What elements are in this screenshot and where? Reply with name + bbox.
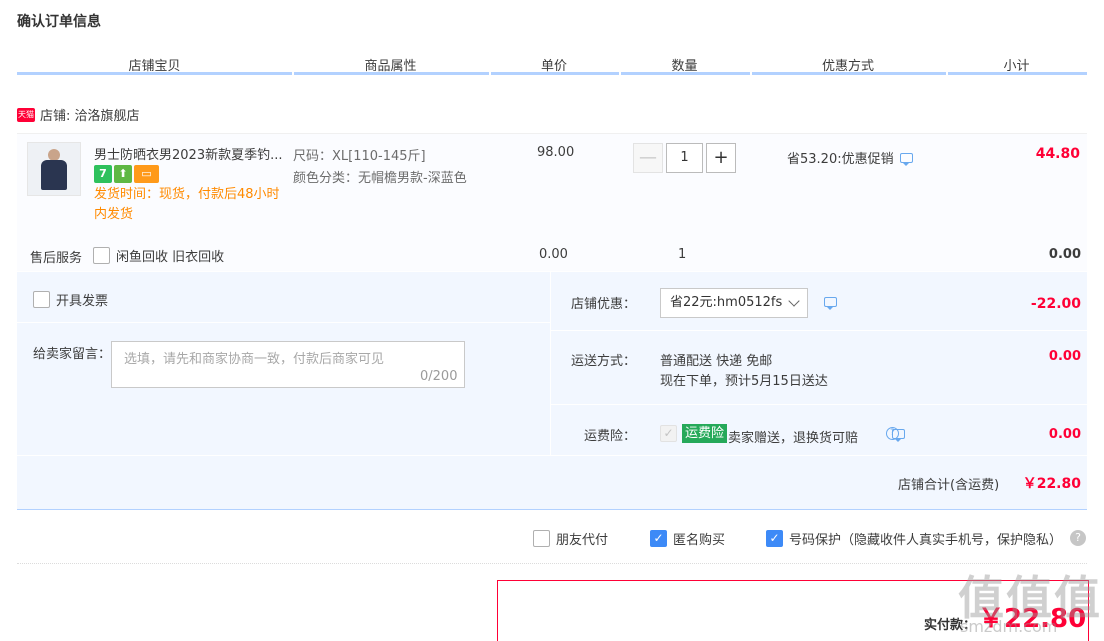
delivery-label: 运送方式：	[570, 354, 636, 369]
upgrade-service-icon: ⬆	[114, 165, 132, 183]
delivery-method: 普通配送 快递 免邮	[660, 354, 773, 369]
column-underline	[621, 72, 750, 75]
shop-row: 天猫 店铺: 洽洛旗舰店	[17, 105, 140, 124]
invoice-checkbox[interactable]	[33, 291, 50, 308]
product-title[interactable]: 男士防晒衣男2023新款夏季钓...	[94, 144, 284, 163]
friend-pay-option[interactable]: 朋友代付	[533, 529, 608, 548]
delivery-amount: 0.00	[1048, 349, 1081, 364]
promotion-text: 省53.20:优惠促销	[787, 152, 894, 167]
after-sales-checkbox[interactable]	[93, 247, 110, 264]
shop-total-amount: ￥22.80	[1022, 476, 1081, 492]
product-photo-jacket	[41, 160, 67, 190]
invoice-option[interactable]: 开具发票	[33, 290, 108, 309]
insurance-text: 卖家赠送，退换货可赔	[728, 431, 859, 446]
number-protect-checkbox[interactable]	[766, 530, 783, 547]
chat-icon[interactable]	[899, 152, 913, 166]
after-sales-quantity: 1	[678, 247, 687, 262]
help-icon[interactable]: ?	[886, 427, 899, 440]
anonymous-checkbox[interactable]	[650, 530, 667, 547]
column-underline	[752, 72, 946, 75]
divider	[551, 404, 1087, 405]
message-label: 给卖家留言：	[33, 347, 112, 362]
friend-pay-checkbox[interactable]	[533, 530, 550, 547]
invoice-label: 开具发票	[56, 294, 109, 309]
shop-coupon-select[interactable]: 省22元:hm0512fs	[660, 288, 808, 318]
shop-coupon-label: 店铺优惠：	[570, 297, 636, 312]
message-placeholder: 选填，请先和商家协商一致，付款后商家可见	[124, 352, 385, 367]
watermark-url: smzdm.com	[960, 617, 1058, 636]
divider	[551, 330, 1087, 331]
number-protect-option[interactable]: 号码保护（隐藏收件人真实手机号，保护隐私）	[766, 529, 1062, 548]
after-sales-price: 0.00	[539, 247, 568, 262]
after-sales-label: 售后服务	[30, 251, 83, 266]
insurance-label: 运费险：	[583, 429, 636, 444]
insurance-amount: 0.00	[1048, 427, 1081, 442]
divider	[17, 563, 1087, 564]
divider	[17, 322, 550, 323]
shop-coupon-value: 省22元:hm0512fs	[670, 295, 783, 310]
service-badges: 7 ⬆ ▭	[94, 165, 159, 183]
attr-color: 颜色分类：无帽檐男款-深蓝色	[293, 171, 467, 186]
column-underline	[948, 72, 1087, 75]
unit-price: 98.00	[537, 145, 575, 160]
column-underline	[491, 72, 619, 75]
after-sales-option[interactable]: 闲鱼回收 旧衣回收	[93, 246, 224, 265]
shop-total-label: 店铺合计(含运费)	[898, 478, 1000, 493]
friend-pay-label: 朋友代付	[556, 533, 609, 548]
message-char-count: 0/200	[420, 369, 458, 384]
quantity-increase-button[interactable]: +	[706, 143, 736, 173]
credit-card-icon: ▭	[134, 165, 159, 183]
promotion: 省53.20:优惠促销	[787, 148, 913, 167]
insurance-checkbox	[660, 425, 677, 442]
attr-size: 尺码：XL[110-145斤]	[293, 149, 426, 164]
divider	[550, 272, 551, 455]
tmall-badge-icon: 天猫	[17, 107, 35, 122]
anonymous-label: 匿名购买	[673, 533, 726, 548]
delivery-estimate: 现在下单，预计5月15日送达	[660, 374, 828, 389]
insurance-tag: 运费险	[682, 424, 728, 443]
column-underline	[17, 72, 292, 75]
chevron-down-icon	[788, 295, 800, 307]
column-underline	[294, 72, 489, 75]
shop-name[interactable]: 店铺: 洽洛旗舰店	[40, 105, 140, 124]
after-sales-subtotal: 0.00	[1048, 247, 1081, 262]
quantity-input[interactable]: 1	[666, 143, 703, 173]
item-subtotal: 44.80	[1035, 146, 1080, 162]
shipping-time: 发货时间：现货，付款后48小时内发货	[94, 187, 280, 222]
shop-coupon-amount: -22.00	[1030, 296, 1081, 312]
chat-icon[interactable]	[824, 297, 837, 310]
help-icon[interactable]: ?	[1070, 530, 1086, 546]
anonymous-option[interactable]: 匿名购买	[650, 529, 725, 548]
number-protect-label: 号码保护（隐藏收件人真实手机号，保护隐私）	[789, 533, 1063, 548]
quantity-decrease-button[interactable]: —	[633, 143, 663, 173]
page-title: 确认订单信息	[17, 14, 101, 30]
product-thumbnail[interactable]	[27, 142, 81, 196]
seven-day-return-icon: 7	[94, 165, 112, 183]
divider	[17, 455, 1087, 456]
after-sales-option-label: 闲鱼回收 旧衣回收	[116, 250, 225, 265]
